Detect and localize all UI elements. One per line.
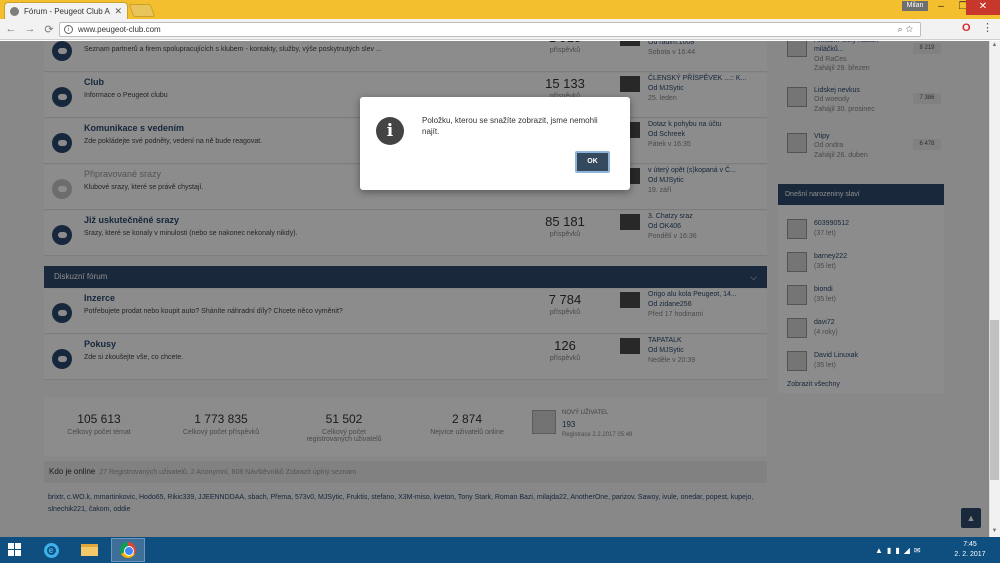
browser-toolbar: ← → ⟳ i www.peugeot-club.com ⌕☆ bbox=[0, 19, 1000, 40]
clock-time: 7:45 bbox=[963, 541, 977, 548]
dialog-message: Položku, kterou se snažíte zobrazit, jsm… bbox=[422, 116, 598, 136]
error-dialog: i Položku, kterou se snažíte zobrazit, j… bbox=[360, 97, 630, 190]
internet-explorer-icon: e bbox=[43, 542, 59, 558]
minimize-icon[interactable]: – bbox=[930, 0, 952, 15]
browser-tab[interactable]: Fórum - Peugeot Club A ✕ bbox=[4, 2, 128, 19]
tab-title: Fórum - Peugeot Club A bbox=[24, 6, 110, 16]
scrollbar-thumb[interactable] bbox=[990, 320, 999, 480]
chrome-icon bbox=[120, 542, 136, 558]
taskbar-ie[interactable]: e bbox=[34, 538, 68, 562]
menu-icon[interactable]: ⋮ bbox=[982, 21, 993, 34]
windows-start-icon[interactable] bbox=[8, 543, 22, 557]
taskbar: e bbox=[0, 537, 1000, 563]
profile-user-badge[interactable]: Milan bbox=[902, 1, 928, 11]
taskbar-clock[interactable]: 7:45 2. 2. 2017 bbox=[950, 540, 990, 560]
system-tray-icons[interactable]: ▲▮▮◢✉ bbox=[875, 546, 925, 555]
site-info-icon[interactable]: i bbox=[64, 25, 73, 34]
forward-icon[interactable]: → bbox=[22, 23, 38, 35]
clock-date: 2. 2. 2017 bbox=[954, 551, 986, 558]
zoom-bookmark-icons[interactable]: ⌕☆ bbox=[898, 24, 916, 35]
reload-icon[interactable]: ⟳ bbox=[41, 23, 57, 36]
tab-close-icon[interactable]: ✕ bbox=[114, 6, 122, 17]
taskbar-explorer[interactable] bbox=[72, 538, 106, 562]
ok-button[interactable]: OK bbox=[575, 151, 610, 173]
info-icon: i bbox=[376, 117, 404, 145]
opera-extension-icon[interactable]: O bbox=[962, 22, 974, 36]
close-window-icon[interactable]: ✕ bbox=[966, 0, 1000, 15]
back-icon[interactable]: ← bbox=[3, 23, 19, 35]
favicon-icon bbox=[10, 6, 19, 16]
folder-icon bbox=[80, 544, 98, 556]
taskbar-chrome[interactable] bbox=[111, 538, 145, 562]
scroll-down-icon[interactable]: ▼ bbox=[990, 528, 999, 534]
address-bar[interactable]: i www.peugeot-club.com ⌕☆ bbox=[59, 22, 921, 37]
scroll-up-icon[interactable]: ▲ bbox=[990, 42, 999, 48]
url-text: www.peugeot-club.com bbox=[78, 25, 161, 34]
new-tab-button[interactable] bbox=[128, 4, 156, 17]
